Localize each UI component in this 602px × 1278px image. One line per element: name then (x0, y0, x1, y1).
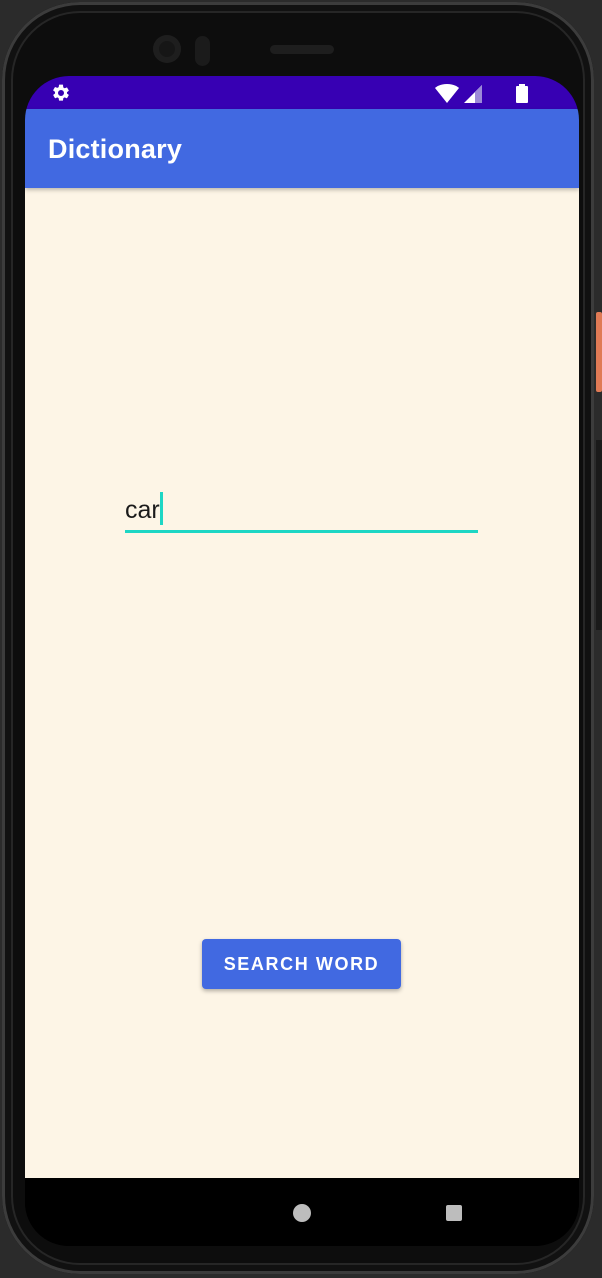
navigation-bar (25, 1178, 579, 1246)
word-input[interactable]: car (125, 488, 478, 533)
earpiece-speaker (270, 45, 334, 54)
cellular-signal-icon (464, 85, 482, 103)
proximity-sensor (195, 36, 210, 66)
wifi-icon (435, 84, 459, 103)
word-input-field[interactable]: car (125, 492, 163, 525)
volume-button (596, 440, 602, 630)
recents-button[interactable] (446, 1205, 462, 1221)
app-title: Dictionary (48, 134, 183, 164)
device-screen: Dictionary car SEARCH WORD (25, 76, 579, 1246)
app-bar: Dictionary (25, 109, 579, 188)
status-icons (435, 84, 528, 103)
battery-icon (516, 84, 528, 103)
search-word-button[interactable]: SEARCH WORD (202, 939, 401, 989)
settings-gear-icon (53, 84, 69, 101)
text-cursor (159, 492, 163, 525)
phone-frame: Dictionary car SEARCH WORD (2, 2, 594, 1274)
status-bar (25, 76, 579, 109)
power-button (596, 312, 602, 392)
word-input-value: car (125, 496, 160, 524)
front-camera (153, 35, 181, 63)
home-button[interactable] (293, 1204, 311, 1222)
main-content: car SEARCH WORD (25, 188, 579, 1178)
